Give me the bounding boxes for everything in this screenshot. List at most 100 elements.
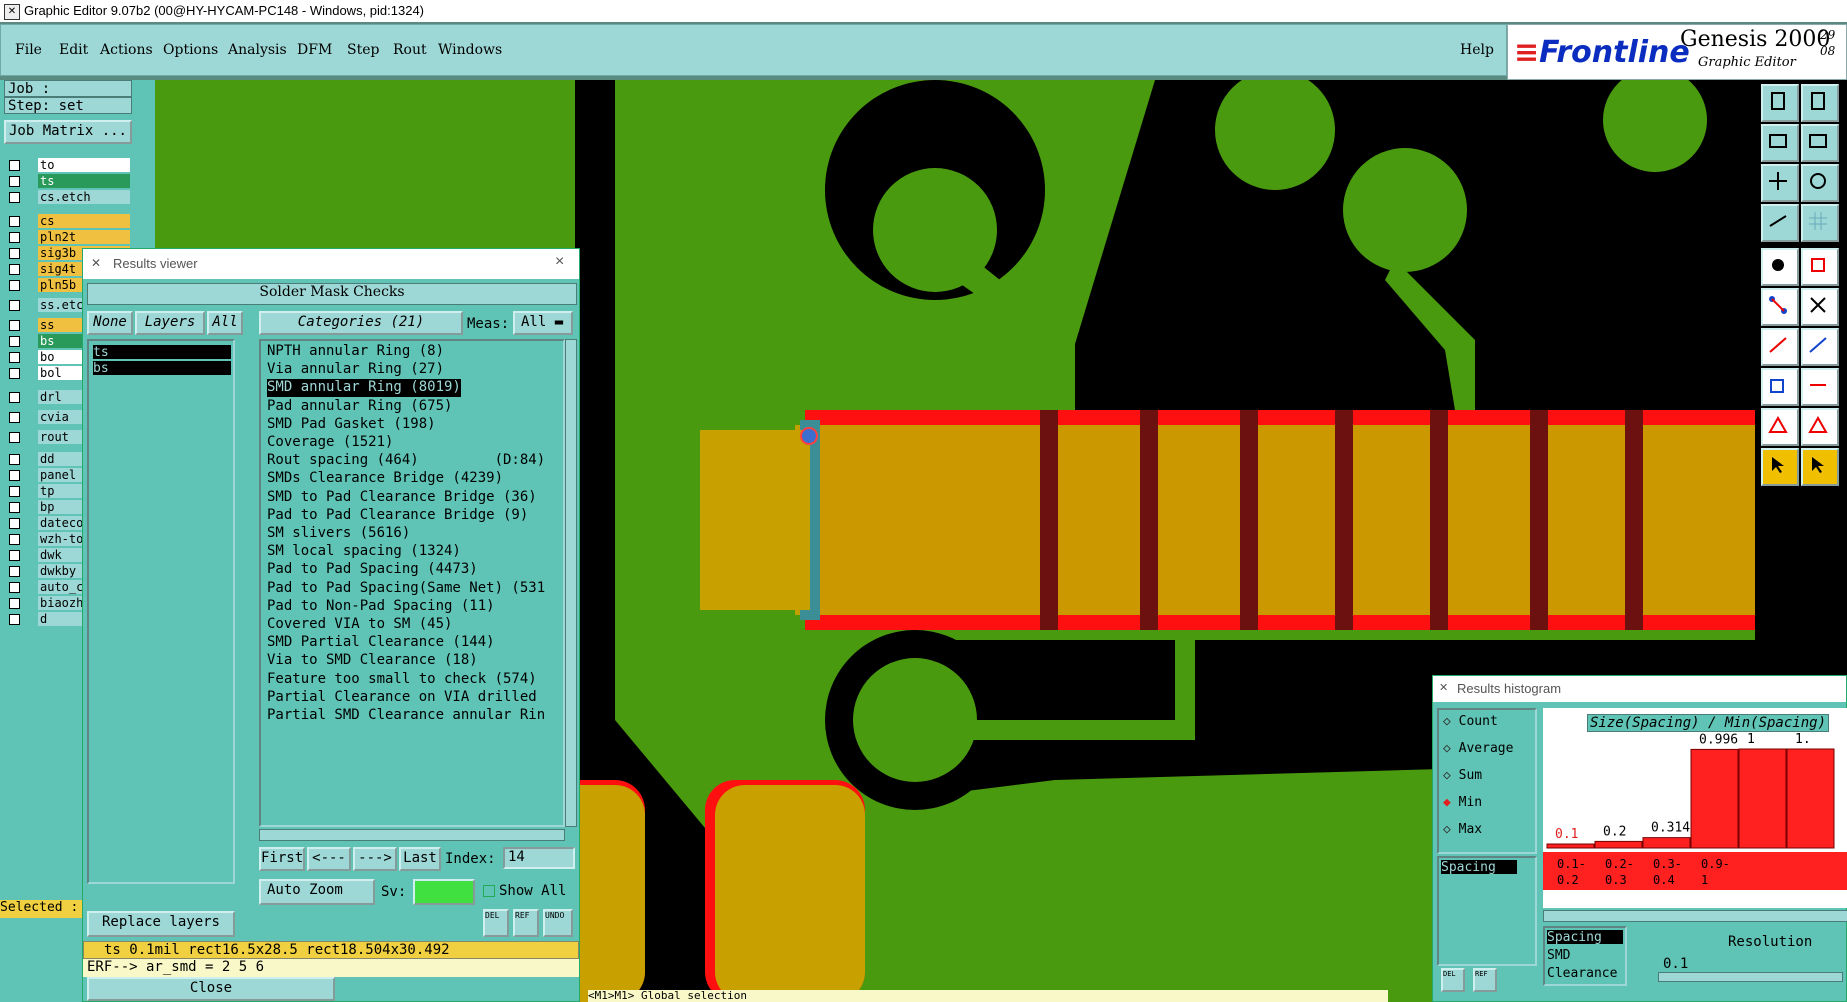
layer-row-cs[interactable]: cs: [6, 214, 130, 229]
tool-triangle-icon[interactable]: [1761, 408, 1799, 446]
layer-checkbox[interactable]: [9, 160, 20, 171]
category-hscrollbar[interactable]: [259, 829, 565, 841]
del-icon[interactable]: DEL: [1441, 968, 1465, 992]
layer-checkbox[interactable]: [9, 280, 20, 291]
tool-polygon-icon[interactable]: [1801, 408, 1839, 446]
layer-checkbox[interactable]: [9, 352, 20, 363]
layer-checkbox[interactable]: [9, 392, 20, 403]
tool-import-icon[interactable]: [1761, 84, 1799, 122]
ref-icon[interactable]: REF: [513, 909, 539, 937]
tool-zoom-out-icon[interactable]: [1761, 124, 1799, 162]
menu-analysis[interactable]: Analysis: [228, 42, 287, 58]
category-scrollbar[interactable]: [565, 339, 577, 827]
ref-icon[interactable]: REF: [1473, 968, 1497, 992]
layer-row-ts[interactable]: ts: [6, 174, 130, 189]
category-item[interactable]: Pad to Non-Pad Spacing (11): [267, 598, 495, 616]
layer-checkbox[interactable]: [9, 432, 20, 443]
layer-result-list[interactable]: ts bs: [87, 339, 235, 884]
measure-item[interactable]: Spacing: [1441, 860, 1517, 875]
replace-layers-select[interactable]: Replace layers: [87, 911, 235, 937]
category-item[interactable]: SMDs Clearance Bridge (4239): [267, 470, 503, 488]
layer-checkbox[interactable]: [9, 566, 20, 577]
tool-measure-icon[interactable]: [1761, 204, 1799, 242]
tool-arc-icon[interactable]: [1801, 328, 1839, 366]
option-max[interactable]: ◇ Max: [1443, 822, 1482, 837]
tool-zoom-in-icon[interactable]: [1801, 124, 1839, 162]
category-item[interactable]: Via to SMD Clearance (18): [267, 652, 478, 670]
category-item[interactable]: SMD to Pad Clearance Bridge (36): [267, 489, 537, 507]
layer-row-cs.etch[interactable]: cs.etch: [6, 190, 130, 205]
layer-checkbox[interactable]: [9, 264, 20, 275]
layer-checkbox[interactable]: [9, 470, 20, 481]
layer-checkbox[interactable]: [9, 550, 20, 561]
menu-step[interactable]: Step: [347, 42, 379, 58]
layer-row-to[interactable]: to: [6, 158, 130, 173]
measure-type-item[interactable]: SMD: [1547, 948, 1570, 963]
measure-type-item[interactable]: Spacing: [1547, 930, 1623, 945]
tool-net-icon[interactable]: [1761, 288, 1799, 326]
menu-rout[interactable]: Rout: [393, 42, 427, 58]
auto-zoom-select[interactable]: Auto Zoom: [259, 879, 375, 905]
layer-checkbox[interactable]: [9, 518, 20, 529]
category-item[interactable]: Partial Clearance on VIA drilled: [267, 689, 537, 707]
option-sum[interactable]: ◇ Sum: [1443, 768, 1482, 783]
result-layer-item[interactable]: bs: [93, 361, 231, 376]
category-item[interactable]: Via annular Ring (27): [267, 361, 444, 379]
layer-checkbox[interactable]: [9, 534, 20, 545]
layer-checkbox[interactable]: [9, 216, 20, 227]
layer-checkbox[interactable]: [9, 582, 20, 593]
layers-button[interactable]: Layers: [135, 311, 205, 335]
tool-minus-icon[interactable]: [1801, 368, 1839, 406]
category-item[interactable]: Partial SMD Clearance annular Rin: [267, 707, 545, 725]
tool-surface-icon[interactable]: [1801, 248, 1839, 286]
meas-select[interactable]: All ▬: [513, 311, 573, 335]
measure-type-list[interactable]: Spacing SMD Clearance: [1543, 926, 1627, 986]
layer-checkbox[interactable]: [9, 486, 20, 497]
measure-type-item[interactable]: Clearance: [1547, 966, 1617, 981]
tool-pad-icon[interactable]: [1761, 248, 1799, 286]
layer-checkbox[interactable]: [9, 336, 20, 347]
category-item[interactable]: SM slivers (5616): [267, 525, 410, 543]
layer-row-pln2t[interactable]: pln2t: [6, 230, 130, 245]
layer-checkbox[interactable]: [9, 412, 20, 423]
categories-button[interactable]: Categories (21): [259, 311, 463, 335]
menu-help[interactable]: Help: [1460, 42, 1494, 58]
option-min[interactable]: ◆ Min: [1443, 795, 1482, 810]
layer-checkbox[interactable]: [9, 300, 20, 311]
tool-export-icon[interactable]: [1801, 84, 1839, 122]
del-icon[interactable]: DEL: [483, 909, 509, 937]
category-item[interactable]: SMD Pad Gasket (198): [267, 416, 436, 434]
measure-list[interactable]: Spacing: [1437, 856, 1537, 966]
tool-pan-icon[interactable]: [1801, 164, 1839, 202]
index-input[interactable]: 14: [503, 847, 575, 869]
tool-select-alt-icon[interactable]: [1801, 448, 1839, 486]
show-all-checkbox[interactable]: [483, 885, 495, 897]
layer-checkbox[interactable]: [9, 368, 20, 379]
next-button[interactable]: --->: [353, 847, 397, 871]
menu-windows[interactable]: Windows: [438, 42, 502, 58]
tool-line-icon[interactable]: [1761, 328, 1799, 366]
category-list[interactable]: NPTH annular Ring (8) Via annular Ring (2…: [259, 339, 565, 827]
undo-icon[interactable]: UNDO: [543, 909, 573, 937]
category-item[interactable]: SM local spacing (1324): [267, 543, 461, 561]
category-item[interactable]: Coverage (1521): [267, 434, 393, 452]
layer-checkbox[interactable]: [9, 454, 20, 465]
layer-checkbox[interactable]: [9, 502, 20, 513]
tool-fit-icon[interactable]: [1761, 164, 1799, 202]
category-item[interactable]: SMD Partial Clearance (144): [267, 634, 495, 652]
layer-checkbox[interactable]: [9, 614, 20, 625]
layer-checkbox[interactable]: [9, 232, 20, 243]
category-item[interactable]: Rout spacing (464) (D:84): [267, 452, 545, 470]
menu-options[interactable]: Options: [163, 42, 218, 58]
tool-add-icon[interactable]: [1761, 368, 1799, 406]
all-button[interactable]: All: [207, 311, 243, 335]
prev-button[interactable]: <---: [307, 847, 351, 871]
layer-checkbox[interactable]: [9, 598, 20, 609]
layer-checkbox[interactable]: [9, 320, 20, 331]
none-button[interactable]: None: [87, 311, 133, 335]
histogram-scrollbar[interactable]: [1543, 910, 1847, 922]
category-item[interactable]: Pad annular Ring (675): [267, 398, 452, 416]
category-item[interactable]: Covered VIA to SM (45): [267, 616, 452, 634]
category-item[interactable]: NPTH annular Ring (8): [267, 343, 444, 361]
result-layer-item[interactable]: ts: [93, 345, 231, 360]
